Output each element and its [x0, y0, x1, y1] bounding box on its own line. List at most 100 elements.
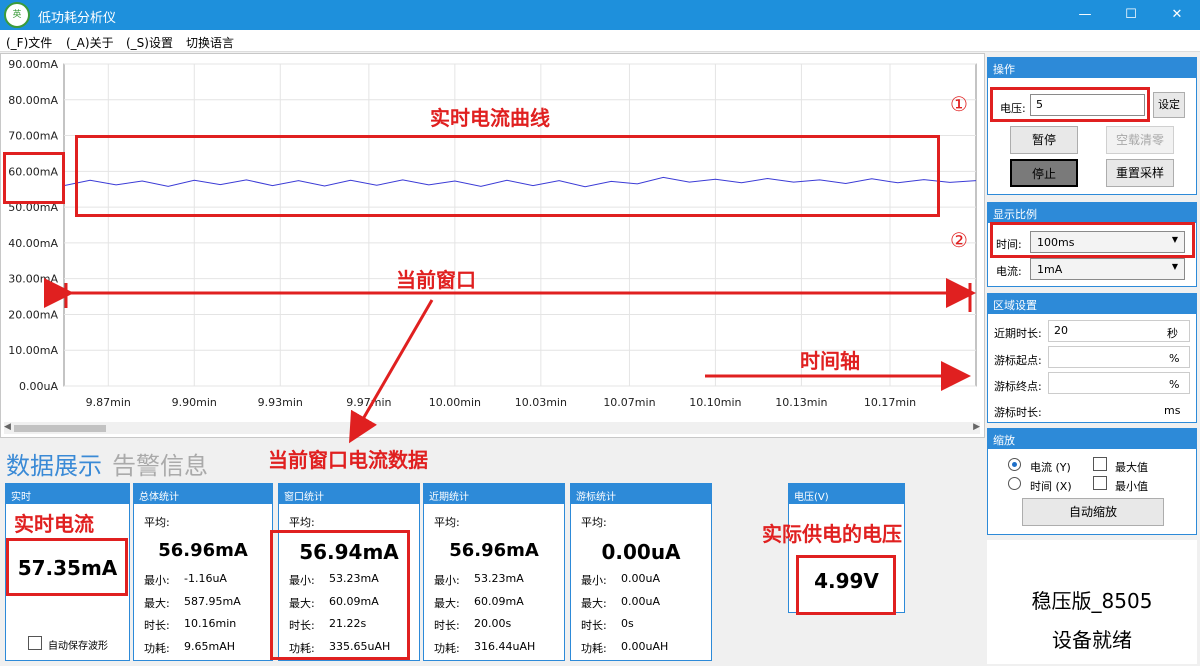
y-tick-label: 0.00uA — [19, 380, 58, 393]
mark-1: ① — [950, 92, 968, 116]
device-model: 稳压版_8505 — [1031, 589, 1153, 613]
auto-zoom-button[interactable]: 自动缩放 — [1022, 498, 1164, 526]
time-axis-annotation: 时间轴 — [800, 349, 860, 373]
panel-title: 窗口统计 — [279, 484, 419, 504]
stat-row-min: 最小: 0.00uA — [581, 572, 660, 587]
zoom-panel: 缩放 电流 (Y) 最大值 时间 (X) 最小值 自动缩放 — [987, 428, 1197, 535]
cursor-duration-label: 游标时长: — [994, 406, 1042, 419]
zoom-time-radio[interactable] — [1008, 477, 1021, 490]
avg-label: 平均: — [289, 516, 315, 529]
yaxis-highlight-box — [3, 152, 65, 204]
stat-row-duration: 时长: 10.16min — [144, 617, 237, 632]
zoom-current-label: 电流 (Y) — [1030, 461, 1071, 474]
menu-about[interactable]: (_A)关于 — [66, 34, 114, 51]
avg-value: 0.00uA — [601, 540, 681, 564]
y-tick-label: 70.00mA — [8, 130, 58, 143]
avg-label: 平均: — [581, 516, 607, 529]
y-tick-label: 40.00mA — [8, 237, 58, 250]
menu-file[interactable]: (_F)文件 — [6, 34, 52, 51]
scrollbar-thumb[interactable] — [14, 425, 106, 432]
y-tick-label: 10.00mA — [8, 344, 58, 357]
zoom-min-checkbox[interactable] — [1093, 476, 1107, 490]
curve-highlight-box — [75, 135, 940, 217]
window-data-annotation: 当前窗口电流数据 — [268, 448, 428, 472]
voltage-annotation: 实际供电的电压 — [762, 522, 902, 546]
x-tick-label: 10.07min — [603, 396, 655, 409]
voltage-input-highlight — [990, 87, 1150, 122]
cursor-start-label: 游标起点: — [994, 354, 1042, 367]
zero-clear-button[interactable]: 空载清零 — [1106, 126, 1174, 154]
x-tick-label: 10.03min — [515, 396, 567, 409]
stop-button[interactable]: 停止 — [1010, 159, 1078, 187]
cursor-duration-unit: ms — [1164, 404, 1181, 417]
stat-row-duration: 时长: 0s — [581, 617, 634, 632]
tab-alarm-info[interactable]: 告警信息 — [112, 446, 208, 481]
y-tick-label: 90.00mA — [8, 58, 58, 71]
stat-row-max: 最大: 587.95mA — [144, 595, 241, 610]
menu-language[interactable]: 切换语言 — [186, 34, 234, 51]
reset-sampling-button[interactable]: 重置采样 — [1106, 159, 1174, 187]
realtime-value-highlight — [6, 538, 128, 596]
set-voltage-button[interactable]: 设定 — [1153, 92, 1185, 118]
avg-label: 平均: — [434, 516, 460, 529]
current-scale-select[interactable]: 1mA ▼ — [1030, 258, 1185, 280]
avg-value: 56.96mA — [158, 540, 248, 561]
panel-title: 近期统计 — [424, 484, 564, 504]
overall-stats-panel: 总体统计 平均: 56.96mA 最小: -1.16uA 最大: 587.95mA … — [133, 483, 273, 661]
voltage-value-highlight — [796, 555, 896, 615]
cursor-stats-panel: 游标统计 平均: 0.00uA 最小: 0.00uA 最大: 0.00uA 时长: 0… — [570, 483, 712, 661]
maximize-button[interactable]: ☐ — [1108, 0, 1154, 30]
stat-row-max: 最大: 60.09mA — [434, 595, 524, 610]
scroll-left-icon[interactable]: ◀ — [4, 422, 11, 432]
chevron-down-icon: ▼ — [1171, 262, 1178, 271]
stat-row-max: 最大: 0.00uA — [581, 595, 660, 610]
window-title: 低功耗分析仪 — [38, 11, 117, 26]
tab-data-display[interactable]: 数据展示 — [6, 446, 102, 481]
current-scale-label: 电流: — [996, 265, 1022, 278]
x-tick-label: 10.17min — [864, 396, 916, 409]
zoom-title: 缩放 — [988, 429, 1196, 449]
zoom-min-label: 最小值 — [1115, 480, 1148, 493]
minimize-button[interactable]: — — [1062, 0, 1108, 30]
stat-row-duration: 时长: 20.00s — [434, 617, 512, 632]
region-settings-title: 区域设置 — [988, 294, 1196, 314]
pause-button[interactable]: 暂停 — [1010, 126, 1078, 154]
x-tick-label: 10.00min — [429, 396, 481, 409]
scroll-right-icon[interactable]: ▶ — [973, 422, 980, 432]
title-bar: 英 低功耗分析仪 — ☐ ✕ — [0, 0, 1200, 30]
cursor-end-label: 游标终点: — [994, 380, 1042, 393]
panel-title: 游标统计 — [571, 484, 711, 504]
autosave-label: 自动保存波形 — [48, 641, 108, 652]
device-state: 设备就绪 — [1052, 628, 1132, 652]
stat-row-energy: 功耗: 9.65mAH — [144, 640, 236, 655]
menu-settings[interactable]: (_S)设置 — [126, 34, 173, 51]
x-tick-label: 10.10min — [689, 396, 741, 409]
zoom-current-radio[interactable] — [1008, 458, 1021, 471]
stat-row-energy: 功耗: 0.00uAH — [581, 640, 669, 655]
zoom-max-checkbox[interactable] — [1093, 457, 1107, 471]
zoom-time-label: 时间 (X) — [1030, 480, 1072, 493]
window-stats-highlight — [270, 530, 410, 660]
app-window: 英 低功耗分析仪 — ☐ ✕ (_F)文件 (_A)关于 (_S)设置 切换语言… — [0, 0, 1200, 666]
close-button[interactable]: ✕ — [1154, 0, 1200, 30]
x-tick-label: 9.93min — [258, 396, 303, 409]
recent-duration-unit: 秒 — [1167, 327, 1178, 340]
curve-annotation: 实时电流曲线 — [430, 106, 550, 130]
autosave-checkbox[interactable] — [28, 636, 42, 650]
cursor-start-unit: % — [1169, 352, 1180, 365]
avg-label: 平均: — [144, 516, 170, 529]
chart-scrollbar[interactable]: ◀ ▶ — [4, 422, 980, 434]
y-tick-label: 20.00mA — [8, 308, 58, 321]
stat-row-min: 最小: 53.23mA — [434, 572, 524, 587]
mark-2: ② — [950, 228, 968, 252]
y-tick-label: 30.00mA — [8, 273, 58, 286]
display-scale-title: 显示比例 — [988, 203, 1196, 223]
stat-row-min: 最小: -1.16uA — [144, 572, 227, 587]
avg-value: 56.96mA — [449, 540, 539, 561]
region-settings-panel: 区域设置 近期时长: 20 秒 游标起点: % 游标终点: % 游标时长: ms — [987, 293, 1197, 423]
realtime-panel-title: 实时 — [6, 484, 129, 504]
time-scale-highlight — [990, 222, 1195, 258]
stat-row-energy: 功耗: 316.44uAH — [434, 640, 536, 655]
x-tick-label: 10.13min — [775, 396, 827, 409]
operations-title: 操作 — [988, 58, 1196, 78]
